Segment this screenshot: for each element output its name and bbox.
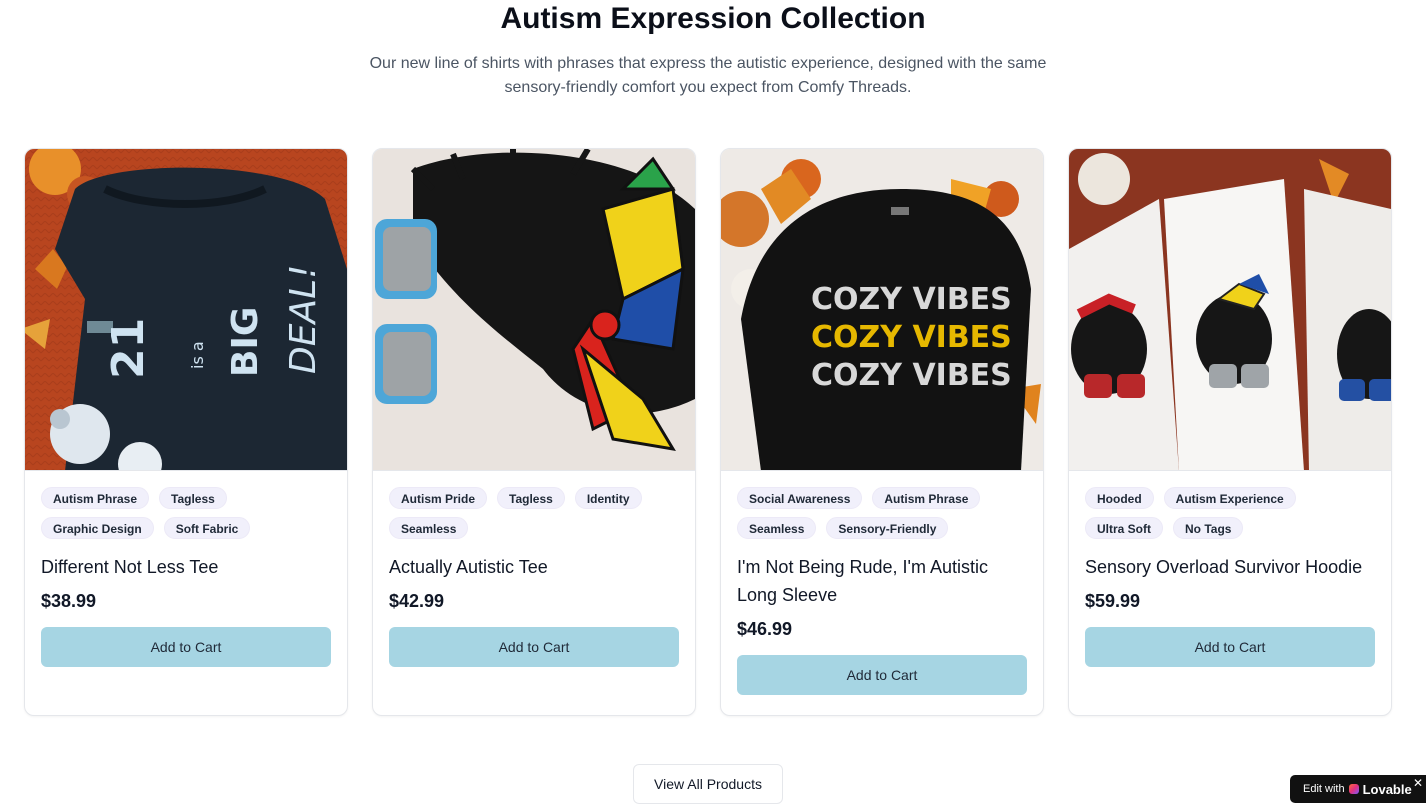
tag: Seamless [389, 517, 469, 539]
tag: Tagless [159, 487, 227, 509]
tag: Seamless [737, 517, 817, 539]
close-icon[interactable]: ✕ [1413, 776, 1423, 790]
tag: Graphic Design [41, 517, 154, 539]
svg-text:is a: is a [188, 341, 207, 369]
product-image[interactable]: COZY VIBES COZY VIBES COZY VIBES [721, 149, 1043, 471]
product-name[interactable]: Different Not Less Tee [41, 553, 331, 581]
svg-text:COZY VIBES: COZY VIBES [811, 358, 1012, 393]
tag-list: Hooded Autism Experience Ultra Soft No T… [1085, 487, 1375, 539]
tag: Identity [574, 487, 642, 509]
svg-text:BIG: BIG [225, 307, 266, 377]
page-title: Autism Expression Collection [500, 2, 926, 35]
tag: Tagless [497, 487, 565, 509]
product-card: COZY VIBES COZY VIBES COZY VIBES Social … [720, 148, 1044, 716]
badge-brand: Lovable [1362, 781, 1412, 797]
tag-list: Social Awareness Autism Phrase Seamless … [737, 487, 1027, 539]
svg-text:DEAL!: DEAL! [283, 264, 324, 374]
product-image[interactable]: 21 is a BIG DEAL! [25, 149, 347, 471]
product-card: Hooded Autism Experience Ultra Soft No T… [1068, 148, 1392, 716]
add-to-cart-button[interactable]: Add to Cart [1085, 627, 1375, 667]
tag: Autism Experience [1163, 487, 1296, 509]
product-name[interactable]: Sensory Overload Survivor Hoodie [1085, 553, 1375, 581]
badge-prefix: Edit with [1303, 783, 1345, 795]
tag: Autism Phrase [41, 487, 150, 509]
product-grid: 21 is a BIG DEAL! Autism Phrase Tagless … [24, 148, 1392, 716]
tag: Sensory-Friendly [826, 517, 949, 539]
edit-with-lovable-badge[interactable]: Edit with Lovable ✕ [1290, 775, 1426, 803]
tag: Ultra Soft [1085, 517, 1163, 539]
lovable-heart-icon [1348, 784, 1359, 794]
product-price: $59.99 [1085, 591, 1141, 611]
add-to-cart-button[interactable]: Add to Cart [389, 627, 679, 667]
tag: No Tags [1173, 517, 1244, 539]
product-image[interactable] [1069, 149, 1391, 471]
svg-text:21: 21 [103, 318, 154, 379]
svg-text:COZY VIBES: COZY VIBES [811, 320, 1012, 355]
product-card: Autism Pride Tagless Identity Seamless A… [372, 148, 696, 716]
product-price: $42.99 [389, 591, 445, 611]
page-subtitle: Our new line of shirts with phrases that… [369, 55, 1047, 96]
tag: Autism Pride [389, 487, 488, 509]
svg-text:COZY VIBES: COZY VIBES [811, 282, 1012, 317]
tag: Autism Phrase [872, 487, 981, 509]
tag: Social Awareness [737, 487, 863, 509]
product-name[interactable]: I'm Not Being Rude, I'm Autistic Long Sl… [737, 553, 1027, 609]
product-card: 21 is a BIG DEAL! Autism Phrase Tagless … [24, 148, 348, 716]
product-price: $38.99 [41, 591, 97, 611]
add-to-cart-button[interactable]: Add to Cart [41, 627, 331, 667]
tag: Soft Fabric [163, 517, 251, 539]
tag: Hooded [1085, 487, 1154, 509]
tag-list: Autism Pride Tagless Identity Seamless [389, 487, 679, 539]
view-all-products-button[interactable]: View All Products [633, 764, 783, 804]
add-to-cart-button[interactable]: Add to Cart [737, 655, 1027, 695]
product-image[interactable] [373, 149, 695, 471]
product-price: $46.99 [737, 619, 793, 639]
product-name[interactable]: Actually Autistic Tee [389, 553, 679, 581]
tag-list: Autism Phrase Tagless Graphic Design Sof… [41, 487, 331, 539]
